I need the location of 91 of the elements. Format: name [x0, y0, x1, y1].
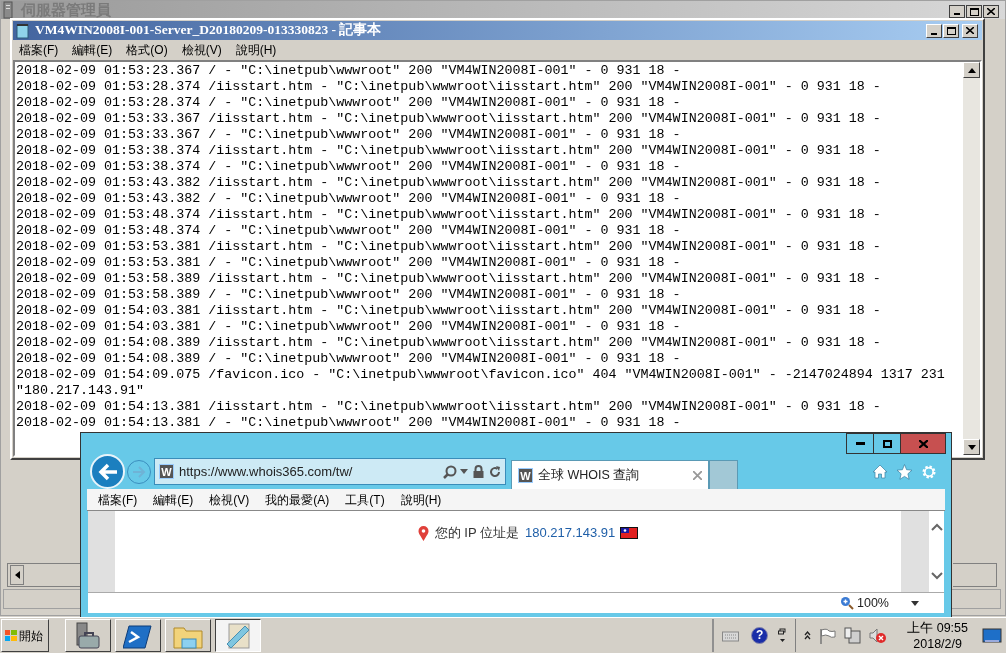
windows-logo-icon	[4, 629, 18, 642]
forward-arrow-icon	[132, 465, 146, 478]
log-line: 2018-02-09 01:53:43.382 /iisstart.htm - "C:\inetpub\wwwroot\iisstart.htm" 200 "VM4WIN2008I-001" - 0 931 18 -	[16, 175, 882, 191]
clock-date[interactable]: 2018/2/9	[913, 635, 962, 652]
powershell-taskbar-button[interactable]	[115, 619, 161, 652]
flag-icon[interactable]	[819, 627, 837, 644]
ip-label: 您的 IP 位址是	[434, 524, 519, 543]
scroll-up-icon[interactable]	[930, 523, 943, 531]
log-line: 2018-02-09 01:54:08.389 /iisstart.htm - "C:\inetpub\wwwroot\iisstart.htm" 200 "VM4WIN2008I-001" - 0 931 18 -	[16, 335, 882, 351]
start-button[interactable]: 開始	[1, 619, 49, 652]
maximize-button[interactable]	[966, 5, 982, 18]
url-text: https://www.whois365.com/tw/	[179, 462, 353, 481]
site-icon: W	[159, 464, 174, 479]
tab-title: 全球 WHOIS 查詢	[538, 466, 640, 484]
zoom-icon[interactable]	[840, 596, 854, 610]
server-manager-taskbar-button[interactable]	[65, 619, 111, 652]
location-pin-icon	[417, 525, 429, 541]
log-line: 2018-02-09 01:53:28.374 /iisstart.htm - "C:\inetpub\wwwroot\iisstart.htm" 200 "VM4WIN2008I-001" - 0 931 18 -	[16, 79, 882, 95]
log-line: 2018-02-09 01:53:53.381 /iisstart.htm - "C:\inetpub\wwwroot\iisstart.htm" 200 "VM4WIN2008I-001" - 0 931 18 -	[16, 239, 882, 255]
speaker-muted-icon[interactable]	[869, 627, 888, 644]
notepad-taskbar-button[interactable]	[215, 619, 261, 652]
log-line: 2018-02-09 01:53:28.374 / - "C:\inetpub\wwwroot" 200 "VM4WIN2008I-001" - 0 931 18 -	[16, 95, 682, 111]
window-title: VM4WIN2008I-001-Server_D20180209-013330823 - 記事本	[35, 21, 382, 40]
address-bar[interactable]: W https://www.whois365.com/tw/	[154, 458, 506, 485]
log-line: 2018-02-09 01:53:48.374 / - "C:\inetpub\wwwroot" 200 "VM4WIN2008I-001" - 0 931 18 -	[16, 223, 682, 239]
close-icon	[987, 8, 995, 15]
log-line: 2018-02-09 01:53:38.374 / - "C:\inetpub\wwwroot" 200 "VM4WIN2008I-001" - 0 931 18 -	[16, 159, 682, 175]
log-line: 2018-02-09 01:53:48.374 /iisstart.htm - "C:\inetpub\wwwroot\iisstart.htm" 200 "VM4WIN2008I-001" - 0 931 18 -	[16, 207, 882, 223]
zoom-level[interactable]: 100%	[857, 593, 889, 613]
lock-icon	[473, 465, 484, 478]
scroll-down-button[interactable]	[963, 439, 980, 455]
log-line: 2018-02-09 01:53:38.374 /iisstart.htm - "C:\inetpub\wwwroot\iisstart.htm" 200 "VM4WIN2008I-001" - 0 931 18 -	[16, 143, 882, 159]
menu-item[interactable]: 說明(H)	[400, 490, 442, 509]
menu-item[interactable]: 檔案(F)	[98, 490, 138, 509]
log-line: 2018-02-09 01:54:03.381 / - "C:\inetpub\wwwroot" 200 "VM4WIN2008I-001" - 0 931 18 -	[16, 319, 682, 335]
scroll-down-icon[interactable]	[930, 572, 943, 580]
menu-item[interactable]: 檢視(V)	[209, 490, 250, 509]
menu-item[interactable]: 檔案(F)	[19, 41, 59, 59]
back-button[interactable]	[90, 454, 125, 489]
menu-item[interactable]: 編輯(E)	[153, 490, 194, 509]
close-icon	[966, 27, 974, 34]
network-icon[interactable]	[844, 627, 862, 644]
menu-item[interactable]: 編輯(E)	[72, 41, 113, 59]
clock-time[interactable]: 上午 09:55	[907, 619, 968, 636]
menu-item[interactable]: 說明(H)	[235, 41, 277, 59]
dropdown-icon[interactable]	[460, 469, 468, 474]
minimize-button[interactable]	[846, 433, 874, 454]
back-arrow-icon	[97, 462, 118, 481]
ip-link[interactable]: 180.217.143.91	[524, 523, 616, 543]
log-line: 2018-02-09 01:54:08.389 / - "C:\inetpub\wwwroot" 200 "VM4WIN2008I-001" - 0 931 18 -	[16, 351, 682, 367]
menu-item[interactable]: 檢視(V)	[181, 41, 222, 59]
log-line: 2018-02-09 01:53:53.381 / - "C:\inetpub\wwwroot" 200 "VM4WIN2008I-001" - 0 931 18 -	[16, 255, 682, 271]
site-icon: W	[518, 467, 533, 483]
explorer-taskbar-button[interactable]	[165, 619, 211, 652]
close-tab-icon[interactable]	[693, 470, 702, 480]
close-icon	[918, 439, 928, 448]
browser-tab[interactable]: W 全球 WHOIS 查詢	[511, 460, 709, 489]
flag-icon	[620, 527, 639, 539]
down-arrow-icon	[967, 444, 976, 450]
log-line: 2018-02-09 01:54:13.381 / - "C:\inetpub\wwwroot" 200 "VM4WIN2008I-001" - 0 931 18 -	[16, 415, 682, 431]
up-arrow-icon	[967, 67, 976, 73]
log-line: 2018-02-09 01:53:33.367 /iisstart.htm - "C:\inetpub\wwwroot\iisstart.htm" 200 "VM4WIN2008I-001" - 0 931 18 -	[16, 111, 882, 127]
home-icon[interactable]	[872, 464, 888, 479]
log-line: 2018-02-09 01:53:43.382 / - "C:\inetpub\wwwroot" 200 "VM4WIN2008I-001" - 0 931 18 -	[16, 191, 682, 207]
log-line: 2018-02-09 01:53:23.367 / - "C:\inetpub\wwwroot" 200 "VM4WIN2008I-001" - 0 931 18 -	[16, 63, 682, 79]
notepad-icon	[15, 22, 31, 39]
menu-item[interactable]: 我的最愛(A)	[265, 490, 330, 509]
horizontal-scrollbar[interactable]	[7, 563, 81, 587]
minimize-button[interactable]	[949, 5, 965, 18]
log-line: 2018-02-09 01:53:33.367 / - "C:\inetpub\wwwroot" 200 "VM4WIN2008I-001" - 0 931 18 -	[16, 127, 682, 143]
left-arrow-icon	[14, 571, 20, 579]
log-line: 2018-02-09 01:53:58.389 /iisstart.htm - "C:\inetpub\wwwroot\iisstart.htm" 200 "VM4WIN2008I-001" - 0 931 18 -	[16, 271, 882, 287]
refresh-icon[interactable]	[489, 465, 501, 478]
vertical-scrollbar[interactable]	[963, 62, 980, 455]
menu-item[interactable]: 工具(T)	[345, 490, 385, 509]
log-line: 2018-02-09 01:54:03.381 /iisstart.htm - "C:\inetpub\wwwroot\iisstart.htm" 200 "VM4WIN2008I-001" - 0 931 18 -	[16, 303, 882, 319]
menu-item[interactable]: 格式(O)	[126, 41, 168, 59]
scroll-up-button[interactable]	[963, 62, 980, 78]
show-desktop-icon[interactable]	[982, 627, 1002, 644]
log-line: 2018-02-09 01:54:09.075 /favicon.ico - "C:\inetpub\wwwroot\favicon.ico" 404 "VM4WIN2008I-001" - -2147024894 1317 231 "180.217.143.91"	[16, 367, 946, 399]
chevron-up-icon[interactable]	[804, 631, 812, 640]
scrollbar-track	[953, 563, 997, 587]
log-line: 2018-02-09 01:54:13.381 /iisstart.htm - "C:\inetpub\wwwroot\iisstart.htm" 200 "VM4WIN2008I-001" - 0 931 18 -	[16, 399, 882, 415]
language-bar-icon[interactable]	[778, 627, 788, 644]
scroll-left-button[interactable]	[10, 565, 24, 585]
dropdown-icon[interactable]	[911, 600, 919, 606]
star-icon[interactable]	[896, 463, 913, 480]
log-line: 2018-02-09 01:53:58.389 / - "C:\inetpub\wwwroot" 200 "VM4WIN2008I-001" - 0 931 18 -	[16, 287, 682, 303]
close-button[interactable]	[983, 5, 999, 18]
help-icon[interactable]: ?	[751, 627, 769, 644]
search-icon[interactable]	[443, 464, 457, 479]
